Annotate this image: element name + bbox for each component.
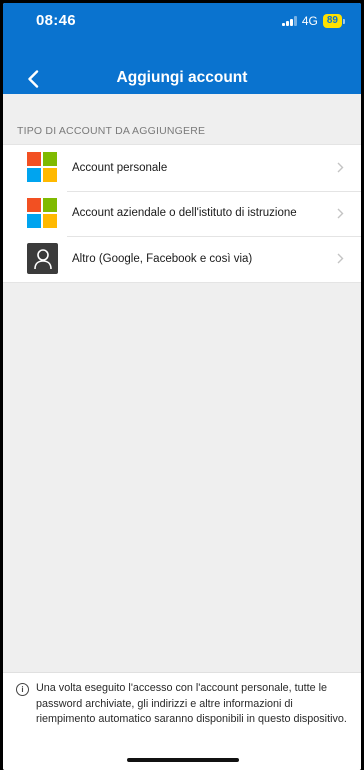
network-type: 4G xyxy=(301,14,318,28)
list-item-label: Altro (Google, Facebook e così via) xyxy=(72,252,253,265)
info-text: Una volta eseguito l'accesso con l'accou… xyxy=(36,682,347,726)
person-icon xyxy=(27,243,58,275)
app-header: 08:46 4G 89 Aggiungi account xyxy=(3,3,361,94)
list-item-label: Account aziendale o dell'istituto di ist… xyxy=(72,207,297,220)
home-indicator[interactable] xyxy=(127,758,239,762)
section-header: TIPO DI ACCOUNT DA AGGIUNGERE xyxy=(17,125,206,137)
chevron-right-icon xyxy=(333,208,347,219)
microsoft-logo-icon xyxy=(27,152,58,183)
info-icon: i xyxy=(16,683,29,696)
signal-icon xyxy=(282,16,297,26)
list-item-other-account[interactable]: Altro (Google, Facebook e così via) xyxy=(3,236,361,282)
battery-level: 89 xyxy=(322,14,342,28)
battery-icon: 89 xyxy=(322,14,345,28)
status-indicators: 4G 89 xyxy=(282,12,345,30)
list-item-work-account[interactable]: Account aziendale o dell'istituto di ist… xyxy=(3,190,361,237)
info-footer: i Una volta eseguito l'accesso con l'acc… xyxy=(3,672,361,770)
list-item-personal-account[interactable]: Account personale xyxy=(3,145,361,191)
page-title: Aggiungi account xyxy=(116,69,248,86)
microsoft-logo-icon xyxy=(27,197,58,229)
account-type-list: Account personale Account aziendale o de… xyxy=(3,144,361,283)
status-time: 08:46 xyxy=(36,12,76,29)
chevron-right-icon xyxy=(333,253,347,264)
list-item-label: Account personale xyxy=(72,161,168,174)
screen: 08:46 4G 89 Aggiungi account TIPO DI ACC… xyxy=(3,3,361,770)
chevron-right-icon xyxy=(333,162,347,173)
